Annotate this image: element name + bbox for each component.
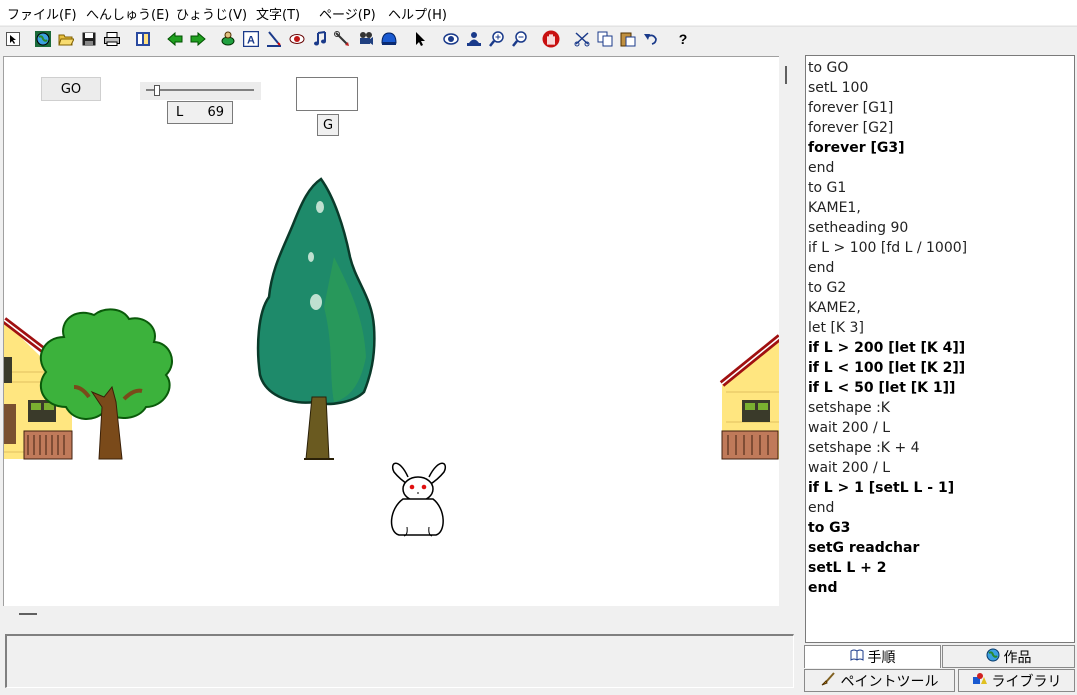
stage-canvas[interactable]: GO L 69 G [3, 56, 780, 607]
script-line[interactable]: to G1 [808, 178, 967, 198]
rabbit-sprite [390, 462, 446, 537]
svg-text:?: ? [679, 31, 688, 47]
script-line[interactable]: wait 200 / L [808, 418, 967, 438]
turtle-icon[interactable] [218, 29, 238, 49]
arrow-right-icon[interactable] [188, 29, 208, 49]
script-line[interactable]: to G2 [808, 278, 967, 298]
menu-bar: ファイル(F) へんしゅう(E) ひょうじ(V) 文字(T) ページ(P) ヘル… [0, 0, 1077, 25]
script-line[interactable]: setheading 90 [808, 218, 967, 238]
menu-help[interactable]: ヘルプ(H) [388, 4, 447, 23]
menu-edit[interactable]: へんしゅう(E) [86, 4, 169, 23]
script-line[interactable]: setL L + 2 [808, 558, 967, 578]
message-pane[interactable] [5, 634, 794, 688]
stage-vertical-scrollbar[interactable] [779, 56, 796, 606]
script-line[interactable]: if L < 100 [let [K 2]] [808, 358, 967, 378]
wrench-icon[interactable] [332, 29, 352, 49]
arrow-left-icon[interactable] [165, 29, 185, 49]
stage-scene [4, 177, 780, 537]
tab-paint-tool-label: ペイントツール [840, 673, 939, 690]
menu-page[interactable]: ページ(P) [319, 4, 376, 23]
script-line[interactable]: to GO [808, 58, 967, 78]
stop-hand-icon[interactable] [541, 29, 561, 49]
book-icon [850, 649, 864, 665]
script-line[interactable]: if L < 50 [let [K 1]] [808, 378, 967, 398]
eye-icon[interactable] [287, 29, 307, 49]
pointer-icon[interactable] [3, 29, 23, 49]
person-icon[interactable] [464, 29, 484, 49]
script-line[interactable]: forever [G2] [808, 118, 967, 138]
script-editor[interactable]: to GO setL 100 forever [G1] forever [G2] for… [805, 55, 1075, 643]
helmet-icon[interactable] [379, 29, 399, 49]
menu-text[interactable]: 文字(T) [256, 4, 300, 23]
tab-library[interactable]: ライブラリ [958, 669, 1075, 692]
print-icon[interactable] [102, 29, 122, 49]
script-line[interactable]: end [808, 578, 967, 598]
undo-icon[interactable] [641, 29, 661, 49]
globe-icon[interactable] [33, 29, 53, 49]
book-icon[interactable] [133, 29, 153, 49]
house-right [719, 334, 780, 460]
script-lines: to GO setL 100 forever [G1] forever [G2] for… [808, 58, 967, 598]
stage-horizontal-scrollbar[interactable] [3, 606, 796, 628]
script-line[interactable]: KAME2, [808, 298, 967, 318]
toolbar: A ? [0, 26, 1077, 53]
music-note-icon[interactable] [310, 29, 330, 49]
tab-paint-tool[interactable]: ペイントツール [804, 669, 955, 692]
script-line[interactable]: if L > 100 [fd L / 1000] [808, 238, 967, 258]
menu-view[interactable]: ひょうじ(V) [176, 4, 247, 23]
pen-icon[interactable] [264, 29, 284, 49]
stage-horizontal-scroll-thumb[interactable] [19, 613, 37, 615]
help-icon[interactable]: ? [673, 29, 693, 49]
zoom-in-icon[interactable] [487, 29, 507, 49]
brush-icon [821, 671, 837, 690]
script-line[interactable]: setshape :K [808, 398, 967, 418]
script-line[interactable]: if L > 1 [setL L - 1] [808, 478, 967, 498]
script-line[interactable]: setG readchar [808, 538, 967, 558]
script-line[interactable]: if L > 200 [let [K 4]] [808, 338, 967, 358]
cut-icon[interactable] [572, 29, 592, 49]
svg-text:A: A [247, 35, 255, 47]
zoom-out-icon[interactable] [510, 29, 530, 49]
script-line[interactable]: setL 100 [808, 78, 967, 98]
tab-works[interactable]: 作品 [942, 645, 1075, 668]
paste-icon[interactable] [618, 29, 638, 49]
script-line[interactable]: wait 200 / L [808, 458, 967, 478]
tab-procedure[interactable]: 手順 [804, 645, 941, 668]
copy-icon[interactable] [595, 29, 615, 49]
tab-procedure-label: 手順 [867, 650, 896, 666]
script-line[interactable]: end [808, 158, 967, 178]
globe-icon [986, 648, 1000, 666]
script-line[interactable]: to G3 [808, 518, 967, 538]
script-line[interactable]: forever [G1] [808, 98, 967, 118]
script-line[interactable]: KAME1, [808, 198, 967, 218]
show-icon[interactable] [441, 29, 461, 49]
cypress-tree [256, 177, 376, 460]
script-line[interactable]: end [808, 498, 967, 518]
open-folder-icon[interactable] [56, 29, 76, 49]
stage-vertical-scroll-thumb[interactable] [785, 66, 787, 84]
cursor-icon[interactable] [410, 29, 430, 49]
menu-file[interactable]: ファイル(F) [7, 4, 77, 23]
script-line[interactable]: let [K 3] [808, 318, 967, 338]
text-box-icon[interactable]: A [241, 29, 261, 49]
tab-works-label: 作品 [1003, 649, 1032, 666]
tab-library-label: ライブラリ [991, 673, 1062, 690]
projector-icon[interactable] [356, 29, 376, 49]
save-icon[interactable] [79, 29, 99, 49]
script-line[interactable]: end [808, 258, 967, 278]
script-line[interactable]: forever [G3] [808, 138, 967, 158]
script-line[interactable]: setshape :K + 4 [808, 438, 967, 458]
shapes-icon [972, 672, 988, 690]
